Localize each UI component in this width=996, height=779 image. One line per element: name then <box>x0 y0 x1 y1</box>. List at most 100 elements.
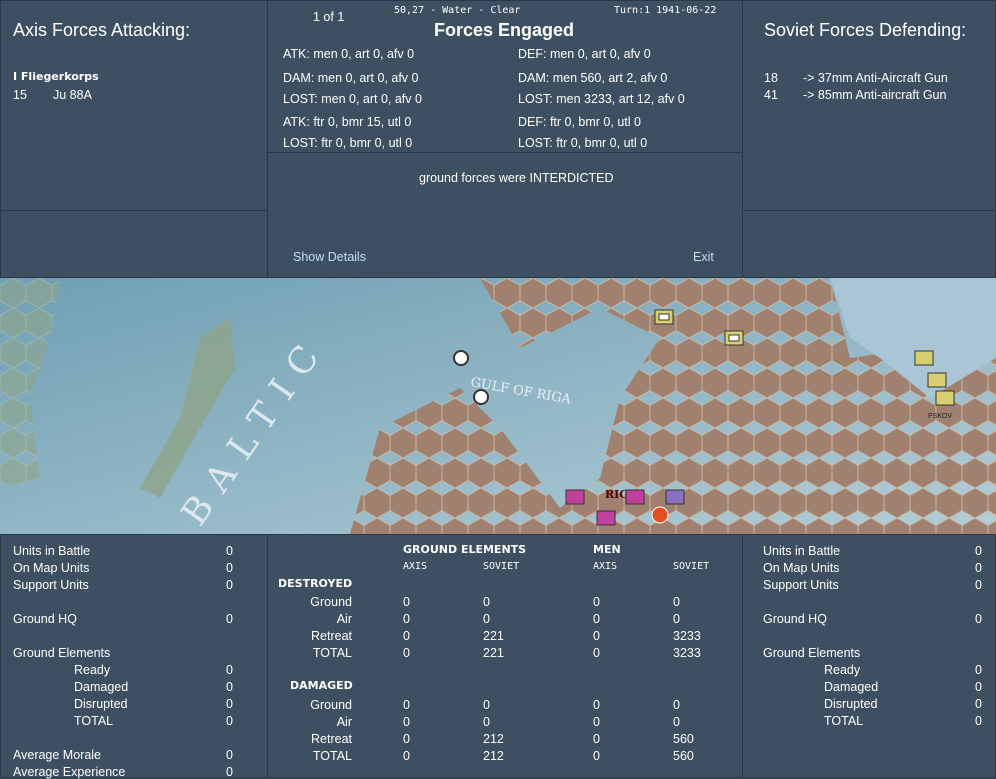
stat-value: 0 <box>975 680 982 694</box>
unit-counter[interactable] <box>654 309 674 325</box>
stat-label: Ready <box>824 663 861 677</box>
stat-label: Damaged <box>74 680 129 694</box>
show-details-button[interactable]: Show Details <box>293 250 366 264</box>
engaged-defender-line: DEF: men 0, art 0, afv 0 <box>518 47 651 61</box>
engaged-defender-line: DEF: ftr 0, bmr 0, utl 0 <box>518 115 641 129</box>
stat-label: Units in Battle <box>763 544 841 558</box>
engaged-attacker-line: ATK: men 0, art 0, afv 0 <box>283 47 415 61</box>
soviet-unit-count: 18 <box>764 71 778 85</box>
stat-value: 0 <box>226 578 233 592</box>
map-label-pskov: PSKOV <box>928 413 952 420</box>
axis-unit-name: Ju 88A <box>53 88 92 102</box>
stat-label: TOTAL <box>74 714 114 728</box>
engaged-defender-line: LOST: ftr 0, bmr 0, utl 0 <box>518 136 648 150</box>
header-men: MEN <box>593 543 621 556</box>
loss-value: 0 <box>483 595 490 609</box>
stat-label: Ground HQ <box>13 612 77 626</box>
loss-value: 0 <box>673 612 680 626</box>
stat-label: Ground Elements <box>763 646 861 660</box>
loss-value: 0 <box>593 698 600 712</box>
stat-label: Ready <box>74 663 111 677</box>
stat-label: Disrupted <box>824 697 878 711</box>
axis-stats-panel: Units in Battle 0 On Map Units 0 Support Uni… <box>0 534 268 779</box>
stat-value: 0 <box>226 561 233 575</box>
stat-value: 0 <box>975 612 982 626</box>
loss-value: 0 <box>593 732 600 746</box>
stat-label: On Map Units <box>13 561 90 575</box>
loss-row-label: TOTAL <box>312 646 352 660</box>
loss-value: 0 <box>593 629 600 643</box>
engaged-defender-line: LOST: men 3233, art 12, afv 0 <box>518 92 685 106</box>
stat-label: Damaged <box>824 680 879 694</box>
stat-value: 0 <box>975 561 982 575</box>
loss-value: 0 <box>593 715 600 729</box>
loss-value: 0 <box>483 612 490 626</box>
loss-value: 0 <box>403 732 410 746</box>
engaged-attacker-line: LOST: men 0, art 0, afv 0 <box>283 92 422 106</box>
axis-unit-count: 15 <box>13 88 27 102</box>
stat-label: On Map Units <box>763 561 840 575</box>
unit-counter[interactable] <box>724 330 744 346</box>
loss-value: 0 <box>483 698 490 712</box>
loss-value: 560 <box>673 732 694 746</box>
stat-value: 0 <box>226 714 233 728</box>
engaged-attacker-line: DAM: men 0, art 0, afv 0 <box>283 71 419 85</box>
loss-row-label: Ground <box>310 595 352 609</box>
page-indicator: 1 of 1 <box>313 10 345 24</box>
stat-value: 0 <box>975 663 982 677</box>
battle-map[interactable]: GULF OF RIGA BALTIC RIGA PSKOV <box>0 278 996 534</box>
soviet-unit-name: -> 37mm Anti-Aircraft Gun <box>803 71 948 85</box>
map-svg: GULF OF RIGA BALTIC RIGA PSKOV <box>0 278 996 534</box>
engaged-attacker-line: LOST: ftr 0, bmr 0, utl 0 <box>283 136 413 150</box>
stat-value: 0 <box>226 697 233 711</box>
location-info: 50,27 - Water - Clear <box>394 5 521 16</box>
stat-value: 0 <box>226 544 233 558</box>
stat-value: 0 <box>975 697 982 711</box>
exit-button[interactable]: Exit <box>693 250 714 264</box>
loss-row-label: Retreat <box>311 629 352 643</box>
loss-value: 221 <box>483 629 504 643</box>
soviet-forces-panel: Soviet Forces Defending: 18 -> 37mm Anti… <box>742 0 996 278</box>
loss-value: 0 <box>673 715 680 729</box>
loss-value: 0 <box>403 749 410 763</box>
stat-label: Units in Battle <box>13 544 91 558</box>
axis-forces-panel: Axis Forces Attacking: I Fliegerkorps 15… <box>0 0 268 278</box>
stat-label: TOTAL <box>824 714 864 728</box>
col-axis: AXIS <box>403 561 428 572</box>
engaged-defender-line: DAM: men 560, art 2, afv 0 <box>518 71 668 85</box>
loss-value: 221 <box>483 646 504 660</box>
stat-label: Average Morale <box>13 748 102 762</box>
loss-value: 0 <box>403 646 410 660</box>
damaged-heading: DAMAGED <box>290 679 353 692</box>
soviet-title: Soviet Forces Defending: <box>764 20 967 40</box>
axis-hq: I Fliegerkorps <box>13 70 99 83</box>
loss-row-label: Air <box>336 715 352 729</box>
loss-row-label: Retreat <box>311 732 352 746</box>
soviet-stats-panel: Units in Battle 0 On Map Units 0 Support Uni… <box>742 534 996 778</box>
header-ground-elements: GROUND ELEMENTS <box>403 543 527 556</box>
stat-value: 0 <box>226 680 233 694</box>
loss-row-label: Ground <box>310 698 352 712</box>
loss-value: 0 <box>593 749 600 763</box>
loss-value: 0 <box>673 698 680 712</box>
loss-value: 0 <box>403 698 410 712</box>
loss-value: 212 <box>483 732 504 746</box>
stat-value: 0 <box>226 748 233 762</box>
stat-label: Disrupted <box>74 697 128 711</box>
engaged-attacker-line: ATK: ftr 0, bmr 15, utl 0 <box>283 115 412 129</box>
stat-value: 0 <box>226 612 233 626</box>
col-soviet: SOVIET <box>673 561 710 572</box>
stat-label: Average Experience <box>13 765 126 779</box>
loss-row-label: TOTAL <box>312 749 352 763</box>
loss-value: 212 <box>483 749 504 763</box>
loss-value: 0 <box>403 715 410 729</box>
stat-label: Support Units <box>13 578 89 592</box>
stat-value: 0 <box>975 544 982 558</box>
loss-value: 0 <box>593 646 600 660</box>
combat-result: ground forces were INTERDICTED <box>419 171 614 185</box>
loss-value: 0 <box>403 629 410 643</box>
forces-engaged-title: Forces Engaged <box>434 20 575 40</box>
stat-label: Ground HQ <box>763 612 827 626</box>
soviet-unit-count: 41 <box>764 88 778 102</box>
loss-value: 560 <box>673 749 694 763</box>
